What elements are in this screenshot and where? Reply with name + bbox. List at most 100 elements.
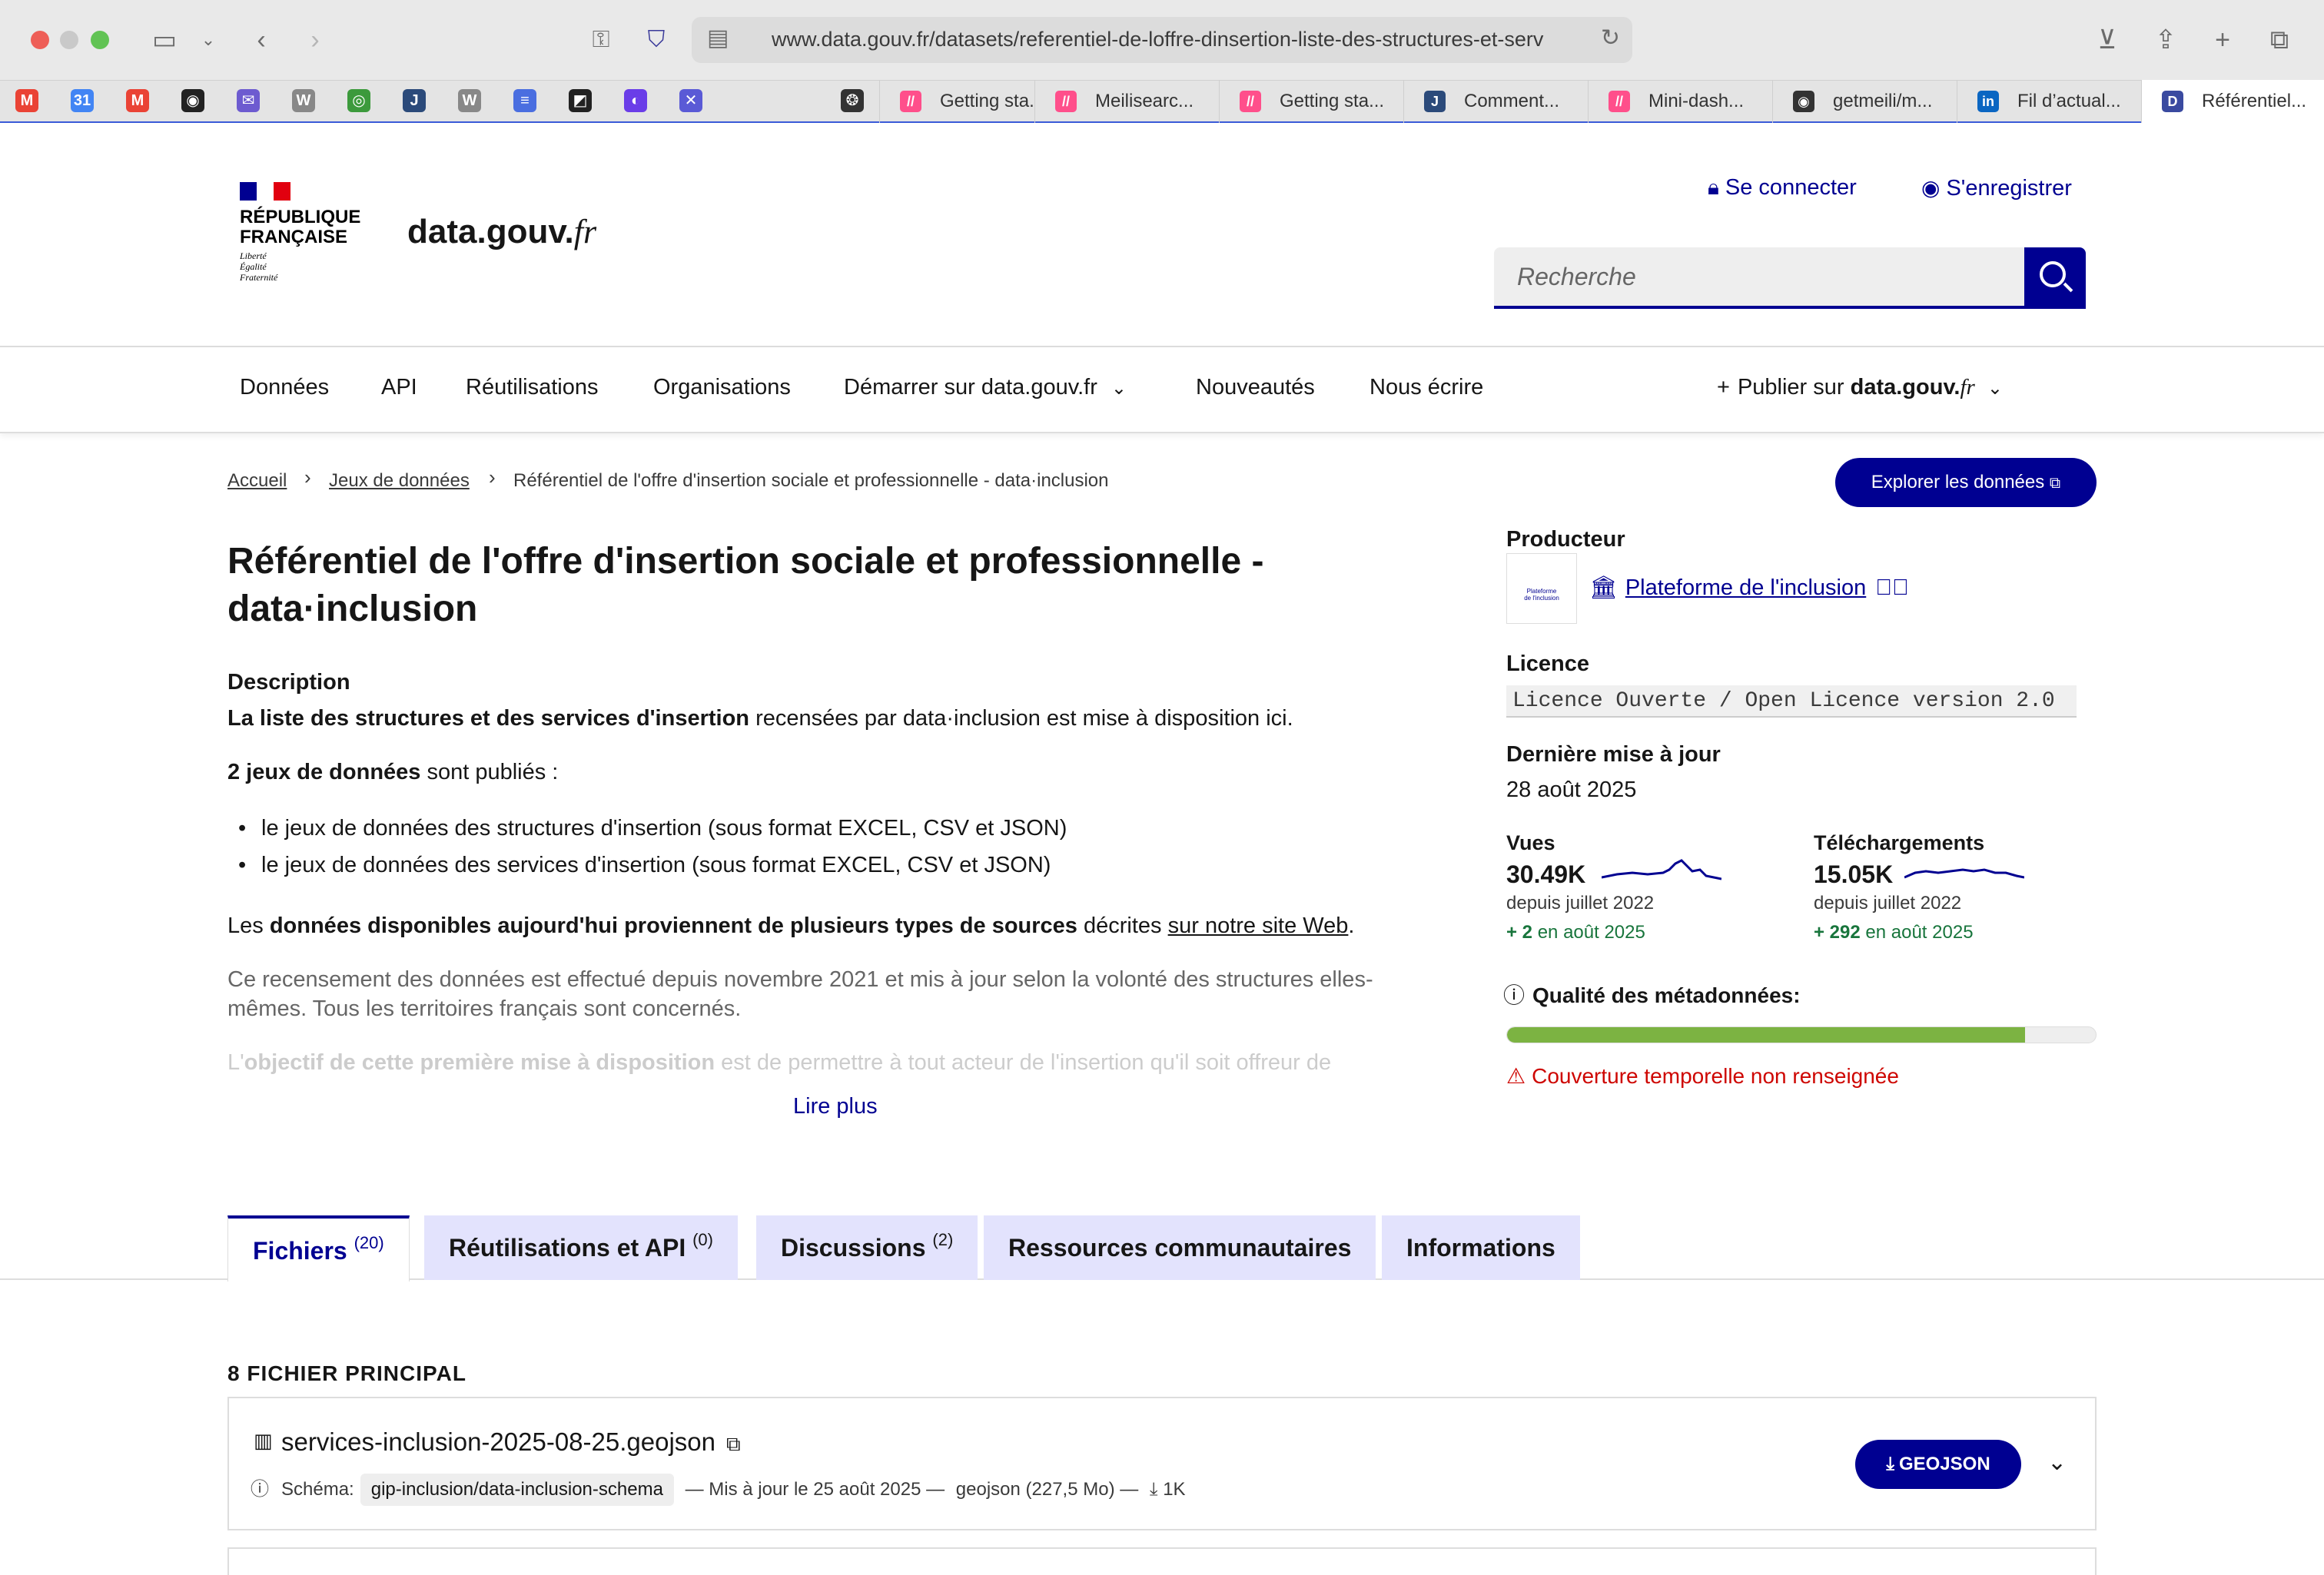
download-icon[interactable]: ⊻: [2090, 23, 2124, 57]
info-icon: ⓘ: [1503, 983, 1526, 1007]
producer-link[interactable]: 🏛︎ Plateforme de l'inclusion ✓⃝: [1589, 575, 1909, 601]
site-name-tld: fr: [573, 213, 597, 250]
breadcrumb-datasets[interactable]: Jeux de données: [329, 470, 470, 492]
wiki-icon[interactable]: W: [292, 89, 315, 112]
forward-arrow-icon[interactable]: ›: [300, 23, 330, 57]
site-name-link[interactable]: data.gouv.fr: [407, 212, 596, 251]
quality-progress-bar: [1506, 1026, 2097, 1043]
last-update-label: Dernière mise à jour: [1506, 742, 1721, 767]
calendar-icon[interactable]: 31: [71, 89, 94, 112]
notion-icon[interactable]: ◩: [569, 89, 592, 112]
publish-prefix: Publier sur: [1737, 375, 1851, 400]
p2-bold: 2 jeux de données: [227, 760, 421, 784]
external-link-icon: ⧉: [2049, 475, 2061, 492]
breadcrumb-home[interactable]: Accueil: [227, 470, 287, 492]
page-menu-icon[interactable]: ▤: [707, 25, 729, 51]
github-icon[interactable]: ◉: [181, 89, 204, 112]
read-more-link[interactable]: Lire plus: [793, 1094, 878, 1119]
nav-item-demarrer[interactable]: Démarrer sur data.gouv.fr ⌄: [844, 375, 1127, 400]
shield-icon[interactable]: ⛉: [639, 23, 673, 57]
copy-icon[interactable]: ⧉: [726, 1432, 741, 1455]
lock-icon: 🔒︎: [1708, 175, 1719, 199]
app-icon[interactable]: ◐: [624, 89, 647, 112]
chevron-down-icon[interactable]: ⌄: [197, 23, 220, 57]
tab-label: Mini-dash...: [1648, 91, 1745, 111]
login-label: Se connecter: [1725, 175, 1857, 200]
browser-tab[interactable]: // Getting sta...: [1219, 80, 1403, 123]
share-icon[interactable]: ⇪: [2149, 23, 2183, 57]
nav-item-reutilisations[interactable]: Réutilisations: [466, 375, 598, 400]
close-window-button[interactable]: [31, 31, 49, 49]
schema-chip[interactable]: gip-inclusion/data-inclusion-schema: [360, 1474, 674, 1506]
tab-label: getmeili/m...: [1833, 91, 1933, 111]
tab-reutilisations-api[interactable]: Réutilisations et API (0): [424, 1215, 738, 1280]
browser-tab[interactable]: // Meilisearc...: [1034, 80, 1219, 123]
docs-icon[interactable]: ≡: [513, 89, 536, 112]
login-link[interactable]: 🔒︎ Se connecter: [1708, 175, 1857, 201]
tab-fichiers[interactable]: Fichiers (20): [227, 1215, 410, 1282]
nav-item-api[interactable]: API: [381, 375, 417, 400]
views-label: Vues: [1506, 831, 1555, 854]
publish-tld: fr: [1960, 375, 1975, 400]
back-arrow-icon[interactable]: ‹: [246, 23, 277, 57]
website-link[interactable]: sur notre site Web: [1168, 914, 1349, 938]
browser-tab[interactable]: // Mini-dash...: [1588, 80, 1772, 123]
tab-overview-icon[interactable]: ⧉: [2263, 23, 2296, 57]
gmail-icon[interactable]: M: [15, 89, 38, 112]
tab-ressources-communautaires[interactable]: Ressources communautaires: [984, 1215, 1376, 1280]
nav-item-organisations[interactable]: Organisations: [653, 375, 791, 400]
chevron-down-icon[interactable]: ⌄: [2047, 1449, 2067, 1476]
gmail-icon-2[interactable]: M: [126, 89, 149, 112]
reload-icon[interactable]: ↻: [1601, 25, 1620, 51]
download-icon: ⤓: [1886, 1454, 1894, 1474]
views-delta-rest: en août 2025: [1532, 922, 1645, 943]
page-title: Référentiel de l'offre d'insertion socia…: [227, 541, 1264, 629]
p5-rest: est de permettre à tout acteur de l'inse…: [715, 1050, 1332, 1075]
producer-logo[interactable]: Plateforme de l'inclusion: [1506, 553, 1577, 624]
password-key-icon[interactable]: ⚿: [584, 23, 618, 57]
tab-label: Discussions: [781, 1234, 926, 1262]
marianne-logo[interactable]: [240, 182, 290, 201]
register-link[interactable]: ◉ S'enregistrer: [1921, 175, 2072, 201]
p3-mid: décrites: [1077, 914, 1168, 938]
site-name-main: data.gouv.: [407, 213, 574, 250]
address-bar[interactable]: ▤ www.data.gouv.fr/datasets/referentiel-…: [692, 17, 1632, 63]
files-section-title: 8 FICHIER PRINCIPAL: [227, 1361, 466, 1385]
mail-icon[interactable]: ✉: [237, 89, 260, 112]
new-tab-icon[interactable]: +: [2206, 23, 2239, 57]
chevron-down-icon: ⌄: [1111, 378, 1127, 399]
sidebar-toggle-icon[interactable]: ▭: [148, 23, 181, 57]
eye-icon[interactable]: ◎: [347, 89, 370, 112]
search-button[interactable]: [2024, 247, 2086, 309]
zoom-window-button[interactable]: [91, 31, 109, 49]
nav-item-nouveautes[interactable]: Nouveautés: [1196, 375, 1315, 400]
file-name[interactable]: ▥ services-inclusion-2025-08-25.geojson ⧉: [254, 1427, 741, 1457]
file-updated: — Mis à jour le 25 août 2025 —: [685, 1479, 945, 1500]
search-input[interactable]: [1494, 247, 2024, 309]
nav-item-donnees[interactable]: Données: [240, 375, 329, 400]
browser-tab[interactable]: J Comment...: [1403, 80, 1588, 123]
browser-tab[interactable]: in Fil d’actual...: [1957, 80, 2141, 123]
quality-heading[interactable]: ⓘ Qualité des métadonnées:: [1503, 979, 1801, 1010]
browser-tab-active[interactable]: D Référentiel...: [2141, 80, 2324, 123]
views-delta: + 2 en août 2025: [1506, 922, 1645, 943]
download-geojson-button[interactable]: ⤓ GEOJSON: [1855, 1440, 2021, 1489]
tab-discussions[interactable]: Discussions (2): [756, 1215, 978, 1280]
nav-item-nous-ecrire[interactable]: Nous écrire: [1370, 375, 1483, 400]
openai-icon[interactable]: ❂: [841, 89, 864, 112]
browser-tab[interactable]: // Getting sta...: [879, 80, 1034, 123]
wiki-icon-2[interactable]: W: [458, 89, 481, 112]
tab-informations[interactable]: Informations: [1382, 1215, 1580, 1280]
views-delta-num: + 2: [1506, 922, 1533, 943]
chevron-right-icon: ›: [489, 466, 496, 489]
tab-count: (20): [354, 1233, 384, 1252]
warning-triangle-icon: ⚠: [1506, 1064, 1526, 1088]
minimize-window-button[interactable]: [60, 31, 78, 49]
licence-value[interactable]: Licence Ouverte / Open Licence version 2…: [1506, 685, 2077, 718]
explore-data-button[interactable]: Explorer les données ⧉: [1835, 458, 2097, 507]
browser-tab[interactable]: ◉ getmeili/m...: [1772, 80, 1957, 123]
tools-icon[interactable]: ✕: [679, 89, 702, 112]
search-bar: [1494, 247, 2086, 309]
publish-menu[interactable]: + Publier sur data.gouv.fr ⌄: [1717, 375, 2003, 400]
bookmark-icon[interactable]: J: [403, 89, 426, 112]
